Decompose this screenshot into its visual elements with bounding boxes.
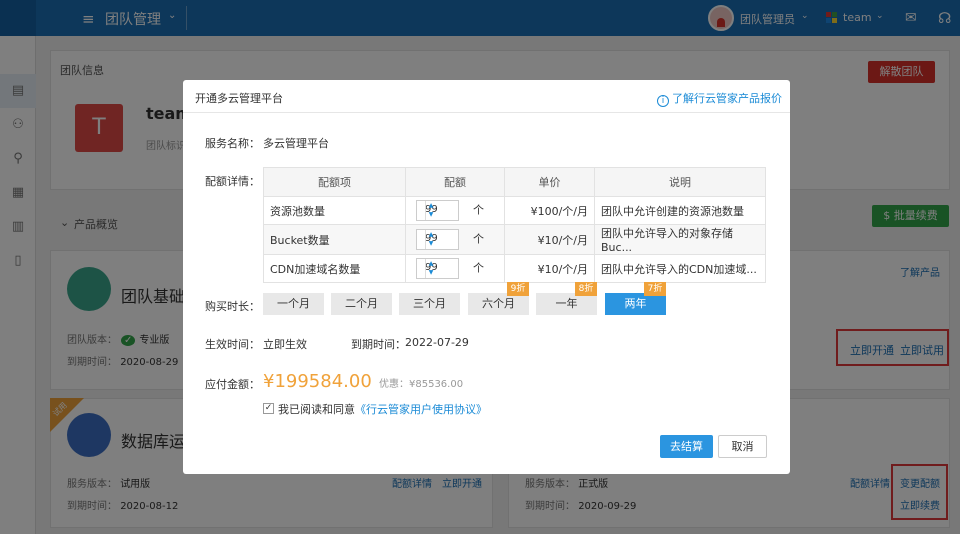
effective-time-value: 立即生效	[263, 338, 307, 351]
duration-option-1y[interactable]: 一年	[536, 293, 597, 315]
expiry-time-label: 到期时间：	[351, 338, 406, 351]
discount-badge: 7折	[644, 282, 666, 296]
service-name-value: 多云管理平台	[263, 137, 329, 150]
column-header: 配额	[405, 167, 505, 197]
checkout-button[interactable]: 去结算	[660, 435, 713, 458]
quota-description: 团队中允许导入的CDN加速域...	[594, 254, 766, 283]
quantity-stepper[interactable]: 99 ▲ ▼	[416, 200, 459, 221]
duration-option-1m[interactable]: 一个月	[263, 293, 324, 315]
cancel-button[interactable]: 取消	[718, 435, 767, 458]
table-row: 资源池数量 99 ▲ ▼ 个 ¥100/个/月 团队中允许创建的资源池数量	[263, 196, 766, 225]
column-header: 配额项	[263, 167, 406, 197]
quota-cell: 99 ▲ ▼ 个	[405, 196, 505, 225]
column-header: 单价	[504, 167, 595, 197]
agree-checkbox[interactable]: ✓	[263, 403, 274, 414]
dialog-title: 开通多云管理平台	[195, 92, 283, 105]
quantity-stepper[interactable]: 99 ▲ ▼	[416, 229, 459, 250]
dialog-header: 开通多云管理平台 i 了解行云管家产品报价	[183, 80, 790, 113]
info-icon: i	[657, 95, 669, 107]
discount-badge: 9折	[507, 282, 529, 296]
column-header: 说明	[594, 167, 766, 197]
quota-unit: 个	[473, 261, 484, 275]
duration-option-6m[interactable]: 六个月	[468, 293, 529, 315]
quota-description: 团队中允许创建的资源池数量	[594, 196, 766, 225]
unit-price: ¥100/个/月	[504, 196, 595, 225]
quota-item: CDN加速域名数量	[263, 254, 406, 283]
quota-description: 团队中允许导入的对象存储Buc...	[594, 224, 766, 255]
unit-price: ¥10/个/月	[504, 254, 595, 283]
agree-prefix: 我已阅读和同意	[278, 403, 355, 416]
duration-option-2m[interactable]: 二个月	[331, 293, 392, 315]
stepper-arrows-icon[interactable]: ▲ ▼	[425, 230, 436, 249]
quota-item: Bucket数量	[263, 224, 406, 255]
discount-badge: 8折	[575, 282, 597, 296]
quota-item: 资源池数量	[263, 196, 406, 225]
savings-text: 优惠：¥85536.00	[379, 379, 464, 390]
quota-cell: 99 ▲ ▼ 个	[405, 224, 505, 255]
duration-option-2y[interactable]: 两年	[605, 293, 666, 315]
amount-label: 应付金额：	[205, 378, 260, 391]
pricing-info-link[interactable]: i 了解行云管家产品报价	[657, 90, 782, 107]
user-agreement-link[interactable]: 《行云管家用户使用协议》	[355, 403, 487, 416]
effective-time-label: 生效时间：	[205, 338, 260, 351]
quota-details-label: 配额详情：	[205, 175, 260, 188]
stepper-arrows-icon[interactable]: ▲ ▼	[425, 259, 436, 278]
table-header-row: 配额项 配额 单价 说明	[263, 167, 766, 197]
duration-label: 购买时长：	[205, 300, 260, 313]
stepper-arrows-icon[interactable]: ▲ ▼	[425, 201, 436, 220]
unit-price: ¥10/个/月	[504, 224, 595, 255]
quantity-stepper[interactable]: 99 ▲ ▼	[416, 258, 459, 279]
purchase-dialog: 开通多云管理平台 i 了解行云管家产品报价 服务名称： 多云管理平台 配额详情： …	[183, 80, 790, 474]
duration-option-3m[interactable]: 三个月	[399, 293, 460, 315]
table-row: CDN加速域名数量 99 ▲ ▼ 个 ¥10/个/月 团队中允许导入的CDN加速域.…	[263, 254, 766, 283]
expiry-time-value: 2022-07-29	[405, 336, 469, 349]
quota-table: 配额项 配额 单价 说明 资源池数量 99 ▲ ▼ 个 ¥100/个/月 团队中允许…	[263, 167, 766, 283]
quota-unit: 个	[473, 203, 484, 217]
agreement-text: 我已阅读和同意《行云管家用户使用协议》	[278, 401, 487, 417]
service-name-label: 服务名称：	[205, 137, 260, 150]
amount-value: ¥199584.00	[263, 371, 372, 392]
table-row: Bucket数量 99 ▲ ▼ 个 ¥10/个/月 团队中允许导入的对象存储Buc.…	[263, 224, 766, 255]
pricing-info-label: 了解行云管家产品报价	[672, 92, 782, 105]
quota-cell: 99 ▲ ▼ 个	[405, 254, 505, 283]
quota-unit: 个	[473, 232, 484, 246]
